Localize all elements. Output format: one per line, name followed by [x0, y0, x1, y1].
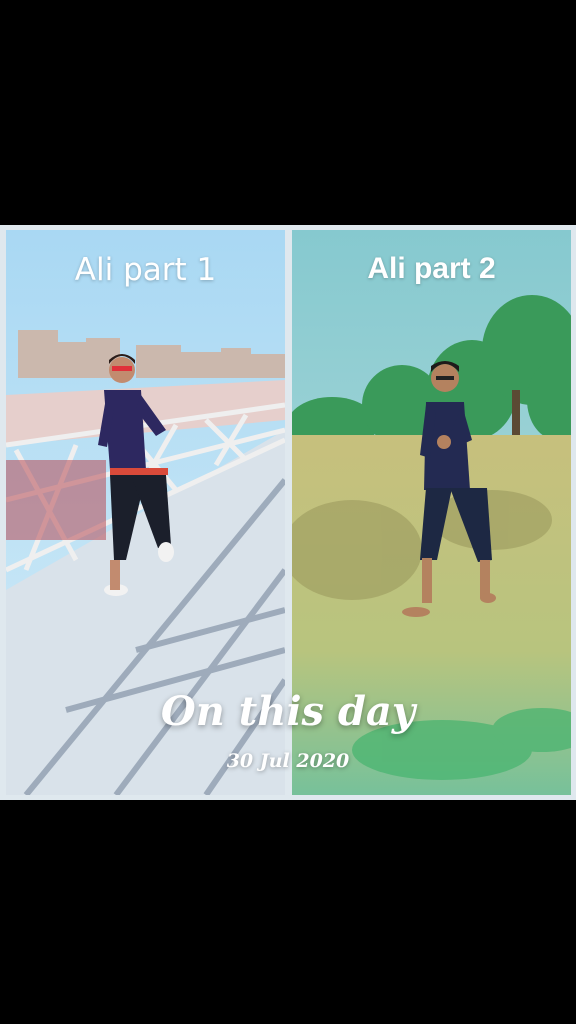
memory-date: 30 Jul 2020 — [226, 750, 350, 772]
on-this-day-title: On this day — [160, 688, 416, 735]
left-panel-title: Ali part 1 — [74, 252, 217, 288]
right-panel-title: Ali part 2 — [367, 252, 496, 285]
